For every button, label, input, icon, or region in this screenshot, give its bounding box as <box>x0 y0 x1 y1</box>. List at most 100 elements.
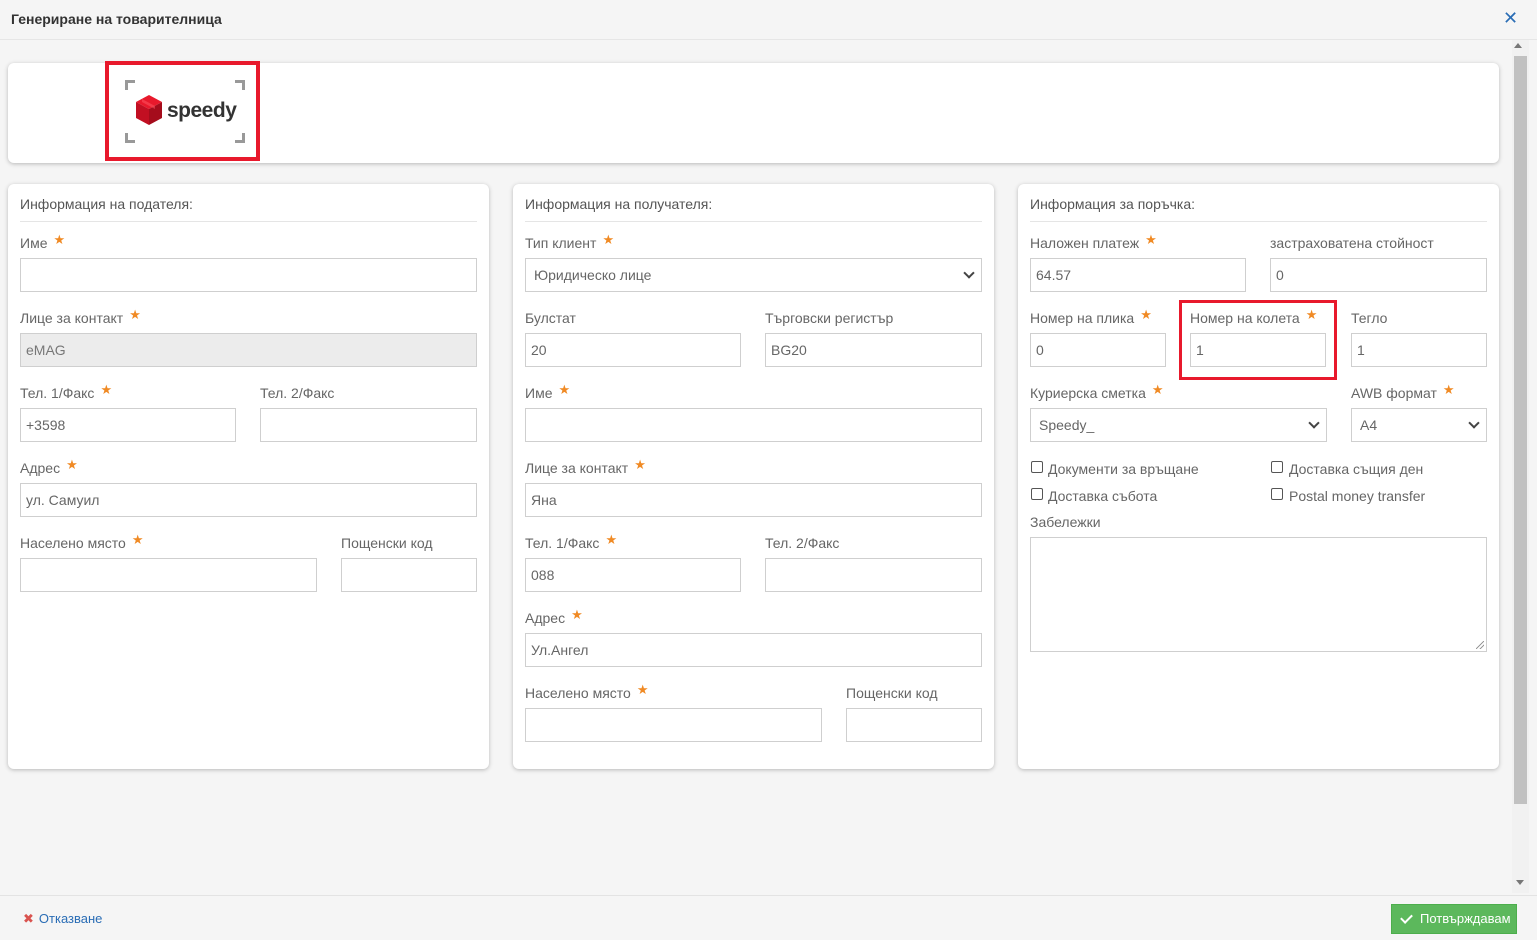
close-icon: ✖ <box>23 911 34 926</box>
cod-label: Наложен платеж ★ <box>1030 232 1157 251</box>
insured-value-input[interactable]: 0 <box>1270 258 1487 292</box>
bulstat-label: Булстат <box>525 310 576 326</box>
required-star-icon: ★ <box>1151 382 1164 397</box>
sender-phone1-input[interactable]: +3598 <box>20 408 236 442</box>
speedy-logo[interactable]: speedy <box>125 80 245 143</box>
client-type-value: Юридическо лице <box>534 267 652 283</box>
required-star-icon: ★ <box>100 382 113 397</box>
required-star-icon: ★ <box>636 682 649 697</box>
recipient-phone2-input[interactable] <box>765 558 982 592</box>
sender-city-label: Населено място ★ <box>20 532 144 551</box>
recipient-city-label: Населено място ★ <box>525 682 649 701</box>
awb-format-select[interactable]: A4 <box>1351 408 1487 442</box>
recipient-phone2-label: Тел. 2/Факс <box>765 535 840 551</box>
required-star-icon: ★ <box>602 232 615 247</box>
chevron-down-icon <box>1308 417 1320 429</box>
recipient-contact-label: Лице за контакт ★ <box>525 457 646 476</box>
recipient-section-title: Информация на получателя: <box>525 196 713 212</box>
weight-label: Тегло <box>1351 310 1388 326</box>
bulstat-input[interactable]: 20 <box>525 333 741 367</box>
required-star-icon: ★ <box>53 232 66 247</box>
recipient-zip-input[interactable] <box>846 708 982 742</box>
courier-account-label: Куриерска сметка ★ <box>1030 382 1164 401</box>
recipient-city-input[interactable] <box>525 708 822 742</box>
notes-textarea[interactable] <box>1030 537 1487 652</box>
required-star-icon: ★ <box>605 532 618 547</box>
required-star-icon: ★ <box>66 457 78 472</box>
speedy-box-icon <box>136 95 162 125</box>
return-documents-checkbox[interactable] <box>1031 461 1043 473</box>
required-star-icon: ★ <box>1145 232 1157 247</box>
trade-register-label: Търговски регистър <box>765 310 894 326</box>
same-day-delivery-label: Доставка същия ден <box>1289 461 1424 477</box>
cancel-button[interactable]: ✖ Отказване <box>23 911 102 927</box>
divider <box>525 221 982 222</box>
sender-name-input[interactable] <box>20 258 477 292</box>
modal-title: Генериране на товарителница <box>11 11 222 27</box>
postal-money-transfer-checkbox[interactable] <box>1271 488 1283 500</box>
saturday-delivery-checkbox[interactable] <box>1031 488 1043 500</box>
sender-contact-input: eMAG <box>20 333 477 367</box>
required-star-icon: ★ <box>129 307 141 322</box>
envelope-number-input[interactable]: 0 <box>1030 333 1166 367</box>
recipient-zip-label: Пощенски код <box>846 685 938 701</box>
sender-phone2-input[interactable] <box>260 408 477 442</box>
awb-format-value: A4 <box>1360 417 1378 433</box>
scroll-up-arrow-icon[interactable] <box>1514 43 1522 48</box>
required-star-icon: ★ <box>571 607 583 622</box>
notes-label: Забележки <box>1030 514 1101 530</box>
logo-text: speedy <box>167 99 237 122</box>
corner-mark <box>235 133 245 143</box>
order-section-title: Информация за поръчка: <box>1030 196 1196 212</box>
required-star-icon: ★ <box>558 382 571 397</box>
trade-register-input[interactable]: BG20 <box>765 333 982 367</box>
modal-footer <box>0 895 1537 940</box>
cod-input[interactable]: 64.57 <box>1030 258 1246 292</box>
recipient-name-label: Име ★ <box>525 382 571 401</box>
scrollbar-thumb[interactable] <box>1514 56 1527 804</box>
saturday-delivery-label: Доставка събота <box>1048 488 1158 504</box>
recipient-address-input[interactable]: Ул.Ангел <box>525 633 982 667</box>
postal-money-transfer-label: Postal money transfer <box>1289 488 1426 504</box>
divider <box>1030 221 1487 222</box>
weight-input[interactable]: 1 <box>1351 333 1487 367</box>
required-star-icon: ★ <box>1140 307 1152 322</box>
sender-name-label: Име ★ <box>20 232 66 251</box>
scroll-down-arrow-icon[interactable] <box>1516 880 1524 885</box>
recipient-phone1-label: Тел. 1/Факс ★ <box>525 532 618 551</box>
check-icon <box>1400 911 1413 924</box>
sender-phone2-label: Тел. 2/Факс <box>260 385 335 401</box>
chevron-down-icon <box>1468 417 1480 429</box>
client-type-label: Тип клиент ★ <box>525 232 615 251</box>
recipient-phone1-input[interactable]: 088 <box>525 558 741 592</box>
sender-address-label: Адрес ★ <box>20 457 78 476</box>
client-type-select[interactable]: Юридическо лице <box>525 258 982 292</box>
required-star-icon: ★ <box>131 532 144 547</box>
recipient-name-input[interactable] <box>525 408 982 442</box>
same-day-delivery-checkbox[interactable] <box>1271 461 1283 473</box>
parcel-count-highlight-box <box>1179 300 1337 380</box>
corner-mark <box>125 133 135 143</box>
modal-header: Генериране на товарителница ✕ <box>0 0 1537 40</box>
cancel-label: Отказване <box>38 911 103 926</box>
recipient-contact-input[interactable]: Яна <box>525 483 982 517</box>
confirm-button[interactable]: Потвърждавам <box>1391 904 1517 934</box>
corner-mark <box>235 80 245 90</box>
sender-city-input[interactable] <box>20 558 317 592</box>
sender-address-input[interactable]: ул. Самуил <box>20 483 477 517</box>
divider <box>20 221 477 222</box>
awb-format-label: AWB формат ★ <box>1351 382 1455 401</box>
required-star-icon: ★ <box>634 457 646 472</box>
sender-contact-label: Лице за контакт ★ <box>20 307 141 326</box>
recipient-address-label: Адрес ★ <box>525 607 583 626</box>
sender-zip-label: Пощенски код <box>341 535 433 551</box>
sender-zip-input[interactable] <box>341 558 477 592</box>
close-icon[interactable]: ✕ <box>1503 9 1518 27</box>
required-star-icon: ★ <box>1442 382 1455 397</box>
resize-handle-icon[interactable] <box>1476 641 1484 649</box>
confirm-label: Потвърждавам <box>1420 911 1511 926</box>
insured-value-label: застраховатена стойност <box>1270 235 1434 251</box>
sender-phone1-label: Тел. 1/Факс ★ <box>20 382 113 401</box>
return-documents-label: Документи за връщане <box>1048 461 1199 477</box>
courier-account-select[interactable]: Speedy_ <box>1030 408 1327 442</box>
